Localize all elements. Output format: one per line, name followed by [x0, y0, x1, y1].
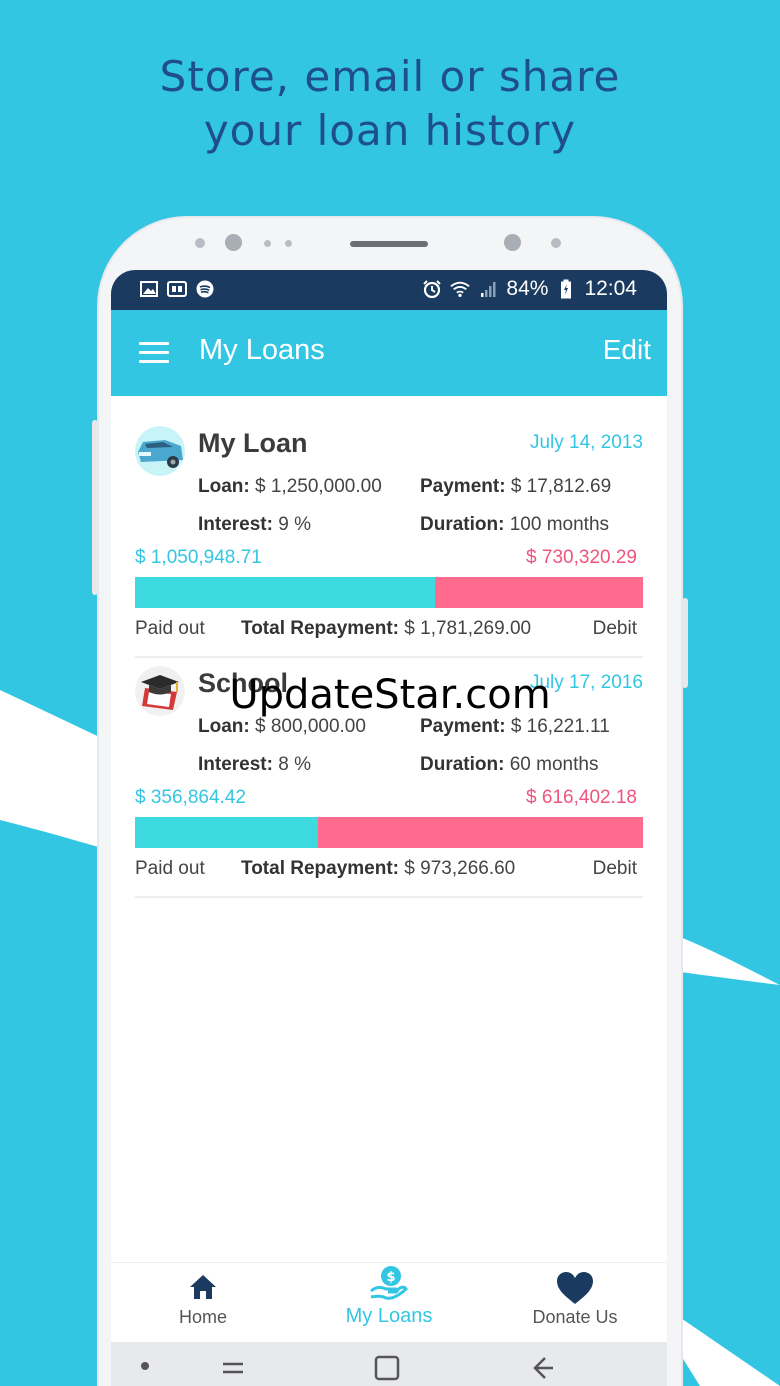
battery-percent: 84%: [506, 277, 549, 300]
interest-value: 8 %: [278, 754, 311, 775]
total-label: Total Repayment:: [241, 858, 400, 879]
paid-progress-fill: [135, 817, 318, 848]
payment-row: Payment: $ 17,812.69: [420, 476, 611, 498]
sensor-dot: [195, 238, 205, 248]
loan-title: My Loan: [198, 428, 308, 458]
headline: Store, email or share your loan history: [0, 50, 780, 158]
interest-row: Interest: 9 %: [198, 514, 311, 536]
loan-value: $ 1,250,000.00: [255, 476, 382, 497]
clock: 12:04: [584, 277, 637, 300]
svg-text:$: $: [386, 1270, 395, 1285]
qr-icon: [167, 279, 187, 299]
repayment-progress-bar: [135, 817, 643, 848]
card-divider: [135, 896, 643, 898]
alarm-icon: [422, 279, 442, 299]
dot-icon[interactable]: [141, 1362, 149, 1370]
wifi-icon: [450, 279, 471, 299]
repayment-progress-bar: [135, 577, 643, 608]
loan-label: Loan:: [198, 716, 250, 737]
nav-donate[interactable]: Donate Us: [505, 1263, 645, 1343]
app-bar: My Loans Edit: [111, 310, 667, 396]
spotify-icon: [195, 279, 215, 299]
paid-progress-fill: [135, 577, 435, 608]
recent-apps-icon[interactable]: [219, 1356, 247, 1385]
nav-home[interactable]: Home: [133, 1263, 273, 1343]
nav-my-loans[interactable]: $ My Loans: [319, 1263, 459, 1343]
heart-icon: [556, 1271, 594, 1310]
loan-date: July 14, 2013: [529, 432, 643, 453]
loan-amount-row: Loan: $ 1,250,000.00: [198, 476, 382, 498]
bottom-navigation: Home $ My Loans Donate Us: [111, 1262, 667, 1342]
debit-amount: $ 616,402.18: [526, 787, 637, 808]
headline-line-2: your loan history: [203, 106, 577, 155]
interest-value: 9 %: [278, 514, 311, 535]
paid-out-label: Paid out: [135, 858, 205, 879]
sensor-dot: [285, 240, 292, 247]
payment-value: $ 17,812.69: [510, 476, 612, 497]
interest-label: Interest:: [198, 754, 273, 775]
page-title: My Loans: [199, 334, 325, 366]
loan-label: Loan:: [198, 476, 250, 497]
phone-speaker: [350, 241, 428, 247]
nav-donate-label: Donate Us: [532, 1307, 618, 1327]
home-icon: [188, 1273, 218, 1306]
duration-value: 60 months: [509, 754, 599, 775]
loan-card[interactable]: My Loan July 14, 2013 Loan: $ 1,250,000.…: [111, 396, 667, 658]
total-repayment: Total Repayment: $ 973,266.60: [241, 858, 515, 880]
nav-my-loans-label: My Loans: [345, 1305, 433, 1327]
sensor-dot: [264, 240, 271, 247]
interest-label: Interest:: [198, 514, 273, 535]
debit-label: Debit: [592, 858, 637, 879]
payment-value: $ 16,221.11: [510, 716, 610, 737]
payment-row: Payment: $ 16,221.11: [420, 716, 610, 738]
loan-list: My Loan July 14, 2013 Loan: $ 1,250,000.…: [111, 396, 667, 898]
duration-label: Duration:: [420, 514, 505, 535]
nav-home-label: Home: [178, 1307, 227, 1327]
duration-label: Duration:: [420, 754, 505, 775]
debit-amount: $ 730,320.29: [526, 547, 637, 568]
duration-row: Duration: 60 months: [420, 754, 598, 776]
paid-amount: $ 356,864.42: [135, 787, 246, 808]
payment-label: Payment:: [420, 716, 506, 737]
signal-icon: [478, 279, 498, 299]
headline-line-1: Store, email or share: [159, 52, 621, 101]
watermark: UpdateStar.com: [229, 672, 551, 718]
battery-icon: [556, 279, 576, 299]
car-avatar-icon: [135, 426, 185, 476]
payment-label: Payment:: [420, 476, 506, 497]
total-value: $ 973,266.60: [404, 858, 516, 879]
sensor-dot: [551, 238, 561, 248]
front-camera: [225, 234, 242, 251]
interest-row: Interest: 8 %: [198, 754, 311, 776]
paid-amount: $ 1,050,948.71: [135, 547, 262, 568]
loan-amount-row: Loan: $ 800,000.00: [198, 716, 366, 738]
edit-button[interactable]: Edit: [603, 334, 651, 366]
iris-camera: [504, 234, 521, 251]
gallery-icon: [139, 279, 159, 299]
status-bar: 84% 12:04: [111, 270, 667, 310]
money-hand-icon: $: [370, 1265, 408, 1306]
phone-side-button-left: [92, 420, 98, 595]
duration-value: 100 months: [509, 514, 610, 535]
loan-value: $ 800,000.00: [255, 716, 366, 737]
phone-screen: 84% 12:04 My Loans Edit My Loan July 14,…: [111, 270, 667, 1386]
duration-row: Duration: 100 months: [420, 514, 609, 536]
system-navigation-bar: [111, 1342, 667, 1386]
hamburger-menu-icon[interactable]: [139, 342, 169, 364]
home-button-icon[interactable]: [373, 1354, 401, 1386]
back-icon[interactable]: [529, 1354, 557, 1386]
